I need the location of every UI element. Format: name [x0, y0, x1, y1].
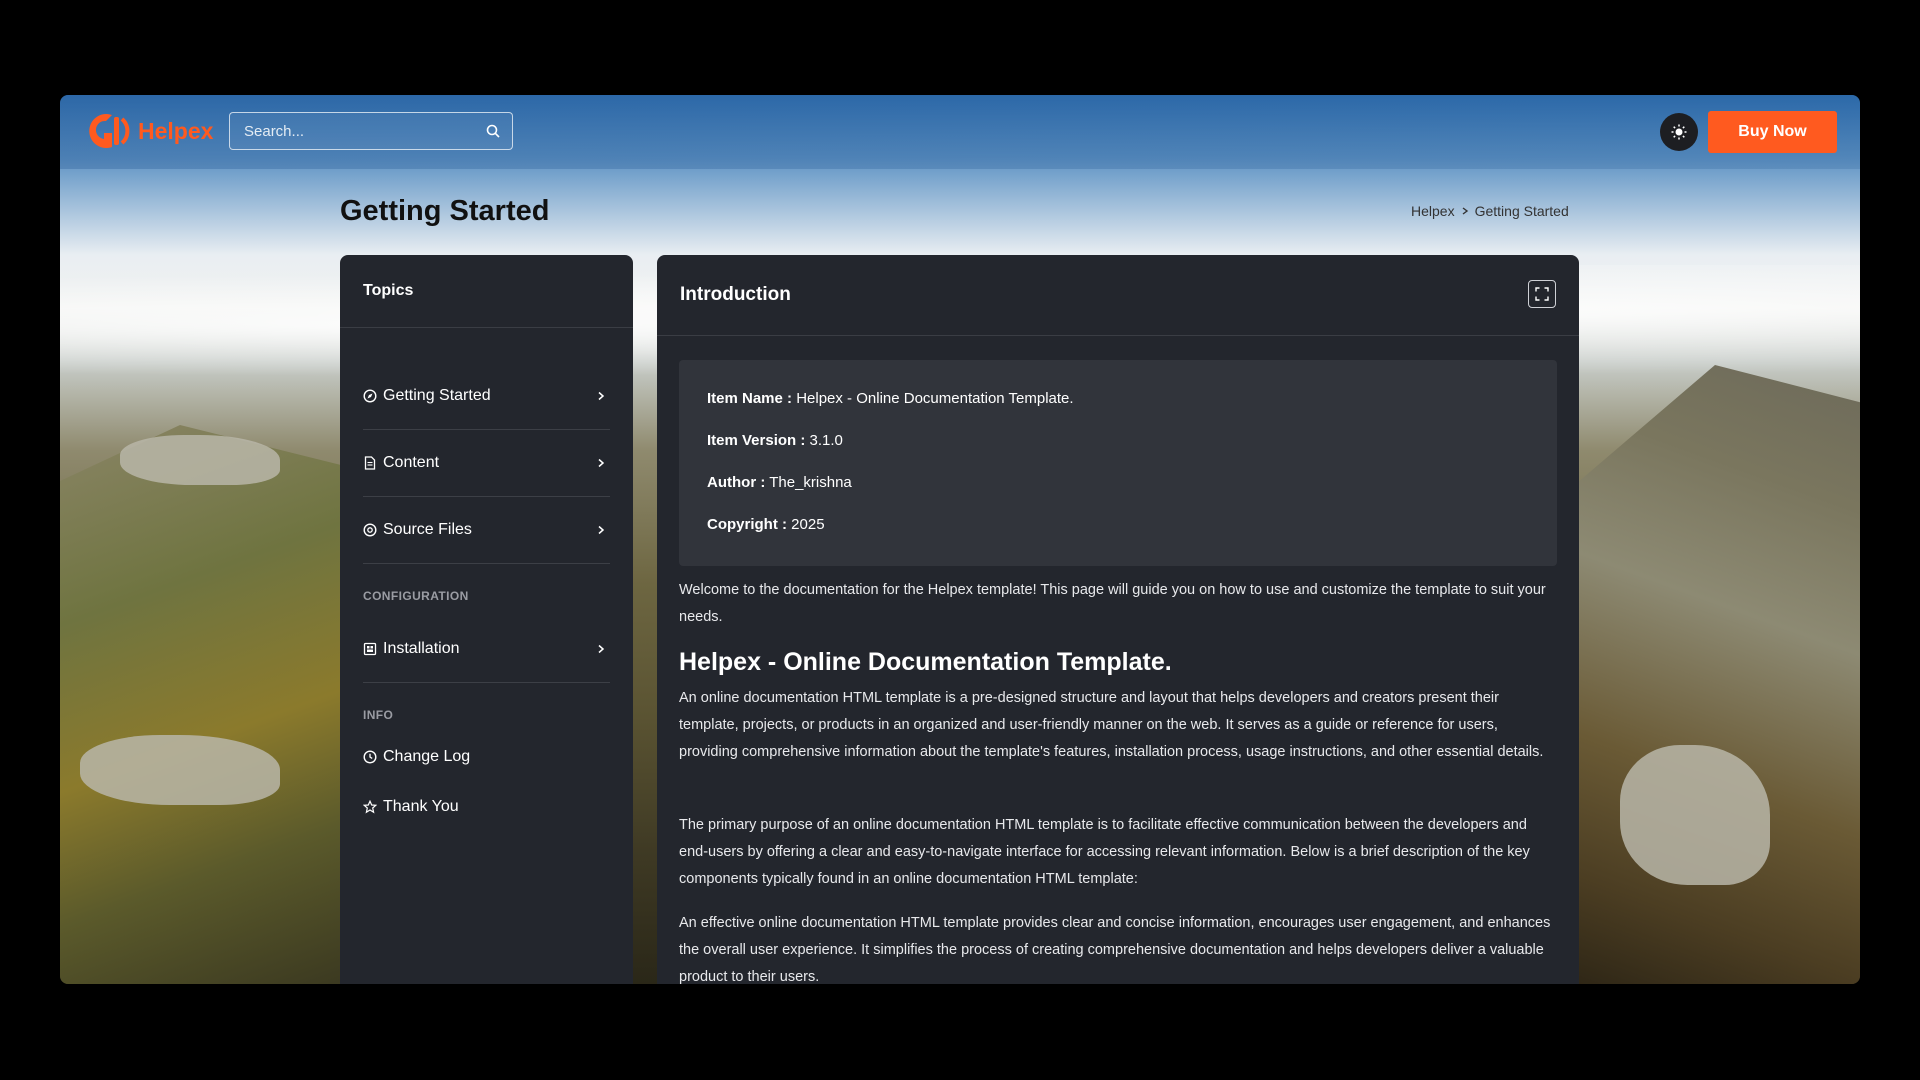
sun-icon: [1671, 124, 1687, 140]
brand-name: Helpex: [138, 117, 214, 144]
info-key: Item Version :: [707, 432, 806, 449]
item-info-box: Item Name : Helpex - Online Documentatio…: [679, 360, 1557, 566]
content-panel: Introduction Item Name : Helpex - Online…: [657, 255, 1579, 984]
info-value: The_krishna: [765, 474, 852, 491]
breadcrumb-home-link[interactable]: Helpex: [1411, 203, 1455, 219]
topics-sidebar: Topics Getting Started Content Source Fi…: [340, 255, 633, 984]
expand-icon: [1535, 287, 1549, 301]
info-value: Helpex - Online Documentation Template.: [792, 390, 1074, 407]
search-input[interactable]: [230, 121, 486, 141]
sidebar-item-label: Content: [383, 453, 440, 471]
background-rock: [120, 435, 280, 485]
breadcrumb-current: Getting Started: [1474, 203, 1569, 219]
compass-icon: [363, 388, 377, 403]
paragraph: The primary purpose of an online documen…: [679, 817, 1530, 887]
info-key: Copyright :: [707, 516, 787, 533]
info-key: Author :: [707, 474, 766, 491]
background-rock: [80, 735, 280, 805]
info-item-name: Item Name : Helpex - Online Documentatio…: [707, 390, 1074, 407]
content-heading: Helpex - Online Documentation Template.: [679, 648, 1172, 676]
section-label-info: INFO: [363, 708, 394, 722]
chevron-right-icon: [1462, 207, 1468, 215]
info-key: Item Name :: [707, 390, 793, 407]
chevron-right-icon: [598, 525, 605, 534]
sidebar-item-thank-you[interactable]: Thank You: [363, 782, 610, 832]
star-icon: [363, 800, 377, 814]
info-copyright: Copyright : 2025: [707, 516, 825, 533]
clock-icon: [363, 750, 377, 764]
sidebar-item-content[interactable]: Content: [363, 429, 610, 497]
sidebar-item-label: Installation: [383, 639, 460, 657]
sidebar-item-label: Source Files: [383, 520, 472, 538]
app-window: Helpex Buy Now Getting Started: [60, 95, 1860, 984]
content-title: Introduction: [680, 284, 791, 305]
search-box: [229, 112, 513, 150]
paragraph: An online documentation HTML template is…: [679, 690, 1544, 760]
content-header: Introduction: [657, 255, 1579, 336]
top-header: Helpex Buy Now: [60, 95, 1860, 169]
sidebar-title: Topics: [363, 282, 414, 299]
document-icon: [364, 455, 376, 470]
info-value: 3.1.0: [805, 432, 843, 449]
install-icon: [363, 642, 377, 655]
paragraph: An effective online documentation HTML t…: [679, 915, 1551, 984]
sidebar-item-change-log[interactable]: Change Log: [363, 732, 610, 782]
info-item-version: Item Version : 3.1.0: [707, 432, 843, 449]
info-value: 2025: [787, 516, 825, 533]
chevron-right-icon: [598, 458, 605, 467]
search-icon[interactable]: [486, 124, 500, 138]
sidebar-item-source-files[interactable]: Source Files: [363, 496, 610, 564]
sidebar-item-getting-started[interactable]: Getting Started: [363, 362, 610, 430]
page-title: Getting Started: [340, 195, 550, 227]
welcome-paragraph: Welcome to the documentation for the Hel…: [679, 582, 1546, 625]
buy-now-button[interactable]: Buy Now: [1708, 111, 1837, 153]
chevron-right-icon: [598, 391, 605, 400]
sidebar-item-installation[interactable]: Installation: [363, 615, 610, 683]
background-hill-left: [60, 425, 360, 984]
helpex-logo-icon: [82, 107, 130, 155]
sidebar-item-label: Getting Started: [383, 386, 491, 404]
section-label-configuration: CONFIGURATION: [363, 589, 469, 603]
background-hill-right: [1570, 365, 1860, 984]
breadcrumb: Helpex Getting Started: [1411, 203, 1569, 219]
fullscreen-button[interactable]: [1528, 280, 1556, 308]
sidebar-item-label: Thank You: [383, 798, 459, 815]
background-rock: [1620, 745, 1770, 885]
info-author: Author : The_krishna: [707, 474, 852, 491]
source-icon: [363, 522, 377, 537]
sidebar-header: Topics: [340, 255, 633, 328]
theme-toggle-button[interactable]: [1660, 113, 1698, 151]
sidebar-item-label: Change Log: [383, 748, 471, 765]
chevron-right-icon: [598, 644, 605, 653]
brand-logo[interactable]: Helpex: [82, 107, 213, 155]
